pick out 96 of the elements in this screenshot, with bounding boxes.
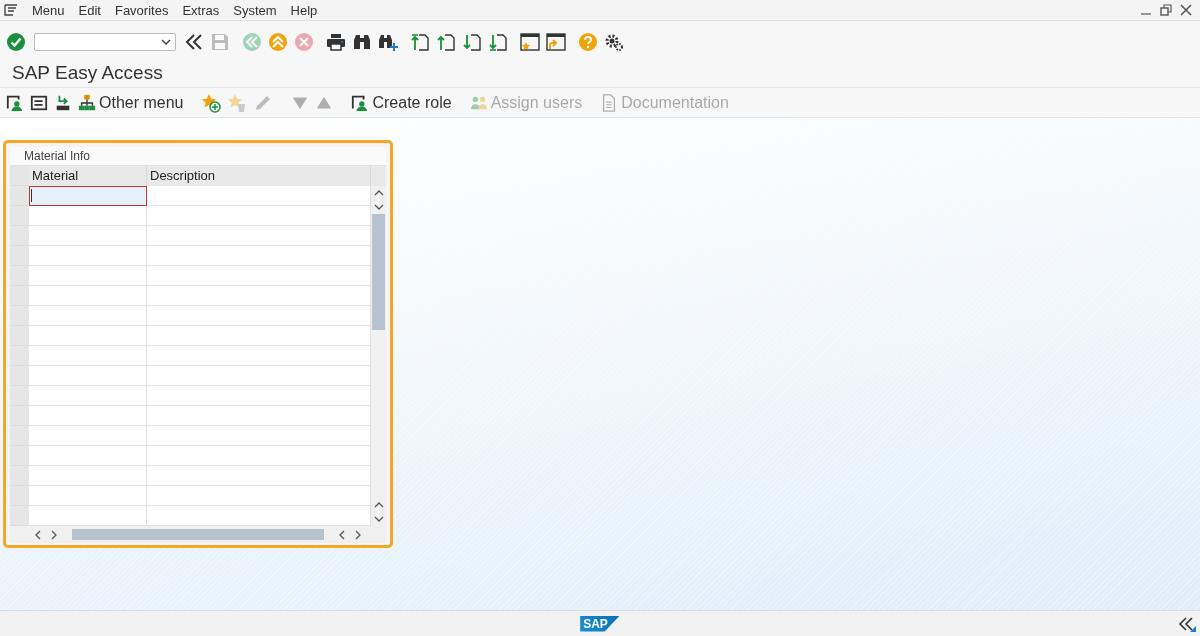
binoculars-plus-icon	[378, 32, 398, 52]
menu-item[interactable]: Menu	[32, 2, 65, 18]
column-header: Material	[29, 166, 147, 186]
menu-item[interactable]: Favorites	[114, 2, 169, 18]
star-trash-icon	[227, 92, 248, 113]
restore-icon[interactable]	[1160, 4, 1172, 16]
scrollbar-thumb[interactable]	[372, 214, 385, 330]
page-down-arrow-icon	[462, 32, 482, 52]
row-header[interactable]	[10, 486, 29, 506]
hierarchy-icon	[78, 93, 96, 112]
row-header[interactable]	[10, 386, 29, 406]
double-chevron-left-icon	[184, 32, 204, 52]
page-up-arrow-icon	[410, 32, 430, 52]
chevron-up-icon[interactable]	[373, 189, 384, 197]
row-header[interactable]	[10, 426, 29, 446]
toolbar-button[interactable]	[518, 32, 542, 52]
input-field[interactable]	[29, 206, 147, 226]
row-header[interactable]	[10, 286, 29, 306]
input-field[interactable]	[29, 406, 147, 426]
menu-item[interactable]: Extras	[182, 2, 220, 18]
toolbar-button[interactable]	[544, 32, 568, 52]
save-icon	[210, 32, 230, 52]
row-header[interactable]	[10, 226, 29, 246]
input-field[interactable]	[29, 386, 147, 406]
toolbar-button[interactable]: Create role	[349, 93, 454, 112]
input-field[interactable]	[29, 326, 147, 346]
row-header[interactable]	[10, 246, 29, 266]
input-field[interactable]	[29, 286, 147, 306]
cancel-icon	[294, 32, 314, 52]
scrollbar-thumb[interactable]	[72, 529, 324, 540]
row-header[interactable]	[10, 306, 29, 326]
menu-item[interactable]: Edit	[78, 2, 101, 18]
row-header[interactable]	[10, 346, 29, 366]
row-header[interactable]	[10, 446, 29, 466]
menu-frame-icon	[30, 93, 48, 112]
header-corner	[371, 166, 386, 186]
row-header[interactable]	[10, 326, 29, 346]
menu-item[interactable]: Help	[290, 2, 318, 18]
input-field[interactable]	[29, 186, 147, 206]
double-chevron-left-icon[interactable]	[1178, 616, 1196, 632]
row-header[interactable]	[10, 466, 29, 486]
chevron-up-icon[interactable]	[373, 501, 384, 509]
row-header[interactable]	[10, 506, 29, 526]
screen-title: SAP Easy Access	[12, 62, 163, 84]
page-up-arrow-icon	[436, 32, 456, 52]
printer-icon	[326, 32, 346, 52]
horizontal-scrollbar[interactable]	[10, 526, 386, 543]
close-icon[interactable]	[1180, 4, 1192, 16]
input-field[interactable]	[29, 506, 147, 526]
input-field[interactable]	[29, 366, 147, 386]
binoculars-icon	[352, 32, 372, 52]
input-field[interactable]	[29, 346, 147, 366]
chevron-right-icon[interactable]	[354, 529, 362, 540]
chevron-down-icon[interactable]	[373, 203, 384, 211]
help-icon	[578, 32, 598, 52]
chevron-down-icon	[161, 38, 171, 46]
chevron-left-icon[interactable]	[338, 529, 346, 540]
input-field[interactable]	[29, 486, 147, 506]
toolbar-button[interactable]	[376, 32, 400, 52]
row-header[interactable]	[10, 206, 29, 226]
input-field[interactable]	[29, 446, 147, 466]
toolbar-button[interactable]: Other menu	[76, 93, 186, 112]
input-field[interactable]	[29, 226, 147, 246]
tray-arrow-icon	[54, 93, 72, 112]
row-header[interactable]	[10, 366, 29, 386]
page-down-arrow-icon	[488, 32, 508, 52]
input-field[interactable]	[29, 266, 147, 286]
row-header[interactable]	[10, 186, 29, 206]
toolbar-button[interactable]	[324, 32, 348, 52]
row-header[interactable]	[10, 406, 29, 426]
input-field[interactable]	[29, 466, 147, 486]
row-header	[10, 166, 29, 186]
toolbar-button[interactable]	[460, 32, 484, 52]
toolbar-button[interactable]	[28, 93, 50, 112]
double-left-circle-icon	[242, 32, 262, 52]
panel-title: Material Info	[10, 147, 386, 166]
row-header[interactable]	[10, 266, 29, 286]
chevron-right-icon[interactable]	[50, 529, 58, 540]
toolbar-button[interactable]	[486, 32, 510, 52]
input-field[interactable]	[29, 306, 147, 326]
user-frame-icon	[351, 93, 370, 112]
vertical-scrollbar[interactable]	[371, 166, 386, 526]
star-plus-icon	[201, 92, 222, 113]
double-up-circle-icon	[268, 32, 288, 52]
checkmark-icon	[6, 32, 26, 52]
menu-item[interactable]: System	[233, 2, 277, 18]
chevron-down-icon[interactable]	[373, 515, 384, 523]
input-field[interactable]	[29, 426, 147, 446]
column-header: Description	[147, 166, 371, 186]
chevron-left-icon[interactable]	[34, 529, 42, 540]
input-field[interactable]	[29, 246, 147, 266]
menu-icon[interactable]	[4, 4, 18, 16]
command-field[interactable]	[34, 33, 176, 51]
logo: SAP	[580, 615, 620, 632]
user-frame-icon	[6, 93, 24, 112]
settings-icon	[604, 32, 624, 52]
